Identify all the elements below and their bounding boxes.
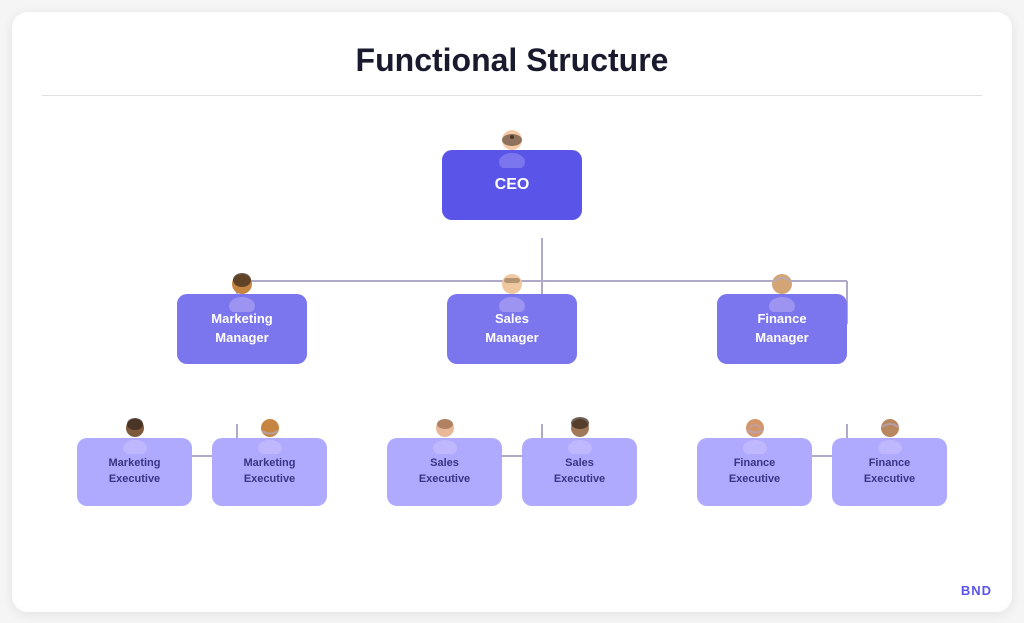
managers-row: MarketingManager SalesManager bbox=[42, 270, 982, 364]
sales-exec-2-node: SalesExecutive bbox=[522, 414, 637, 506]
sales-exec-1-box: SalesExecutive bbox=[387, 438, 502, 506]
marketing-exec-2-node: MarketingExecutive bbox=[212, 414, 327, 506]
finance-exec-2-label: FinanceExecutive bbox=[864, 456, 915, 487]
watermark: BND bbox=[961, 583, 992, 598]
sales-exec-2-box: SalesExecutive bbox=[522, 438, 637, 506]
sales-manager-label: SalesManager bbox=[485, 310, 538, 346]
ceo-row: CEO bbox=[42, 126, 982, 220]
ceo-box: CEO bbox=[442, 150, 582, 220]
sales-exec-1-label: SalesExecutive bbox=[419, 456, 470, 487]
sales-exec-2-avatar bbox=[560, 414, 600, 454]
org-chart: CEO MarketingManager bbox=[42, 126, 982, 506]
sales-manager-node: SalesManager bbox=[447, 270, 577, 364]
ceo-node: CEO bbox=[442, 126, 582, 220]
marketing-exec-2-label: MarketingExecutive bbox=[244, 456, 296, 487]
marketing-exec-1-label: MarketingExecutive bbox=[109, 456, 161, 487]
finance-exec-2-avatar bbox=[870, 414, 910, 454]
finance-exec-2-node: FinanceExecutive bbox=[832, 414, 947, 506]
sales-exec-1-avatar bbox=[425, 414, 465, 454]
finance-manager-node: FinanceManager bbox=[717, 270, 847, 364]
ceo-label: CEO bbox=[495, 176, 530, 194]
sales-manager-avatar bbox=[490, 268, 534, 312]
marketing-manager-node: MarketingManager bbox=[177, 270, 307, 364]
main-card: Functional Structure bbox=[12, 12, 1012, 612]
marketing-manager-avatar bbox=[220, 268, 264, 312]
marketing-exec-1-avatar bbox=[115, 414, 155, 454]
finance-exec-1-box: FinanceExecutive bbox=[697, 438, 812, 506]
finance-manager-avatar bbox=[760, 268, 804, 312]
marketing-exec-2-box: MarketingExecutive bbox=[212, 438, 327, 506]
marketing-exec-2-avatar bbox=[250, 414, 290, 454]
marketing-manager-label: MarketingManager bbox=[211, 310, 272, 346]
finance-exec-1-label: FinanceExecutive bbox=[729, 456, 780, 487]
page-title: Functional Structure bbox=[42, 42, 982, 79]
ceo-avatar bbox=[490, 124, 534, 168]
finance-exec-1-avatar bbox=[735, 414, 775, 454]
finance-exec-2-box: FinanceExecutive bbox=[832, 438, 947, 506]
marketing-exec-1-node: MarketingExecutive bbox=[77, 414, 192, 506]
sales-manager-box: SalesManager bbox=[447, 294, 577, 364]
finance-manager-box: FinanceManager bbox=[717, 294, 847, 364]
finance-exec-1-node: FinanceExecutive bbox=[697, 414, 812, 506]
sales-exec-2-label: SalesExecutive bbox=[554, 456, 605, 487]
finance-manager-label: FinanceManager bbox=[755, 310, 808, 346]
sales-exec-1-node: SalesExecutive bbox=[387, 414, 502, 506]
marketing-exec-1-box: MarketingExecutive bbox=[77, 438, 192, 506]
divider bbox=[42, 95, 982, 96]
executives-row: MarketingExecutive MarketingExecutive bbox=[42, 414, 982, 506]
marketing-manager-box: MarketingManager bbox=[177, 294, 307, 364]
